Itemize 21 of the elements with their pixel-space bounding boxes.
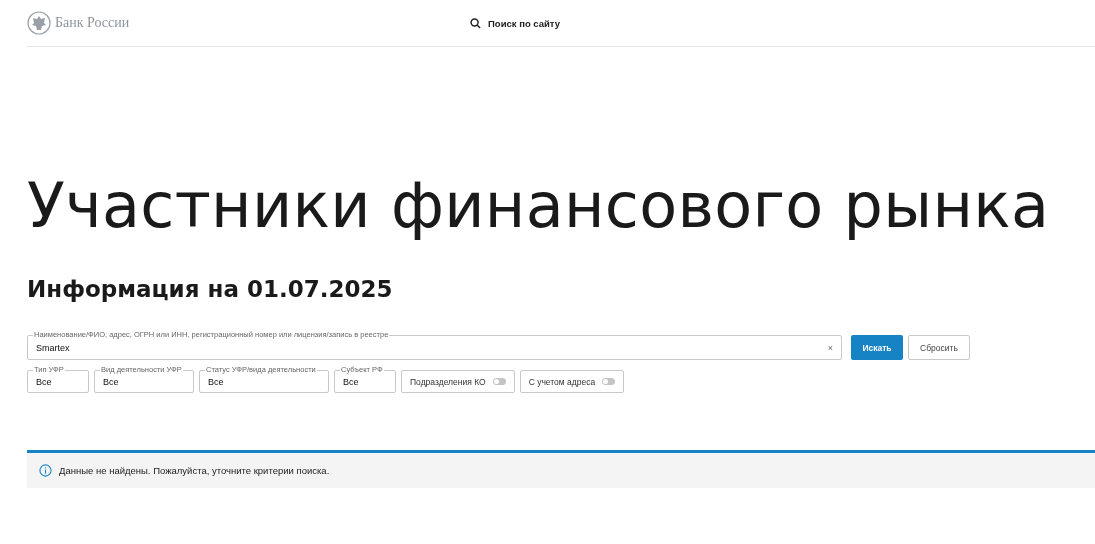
field-value: Smartex (36, 342, 70, 353)
toggle-control[interactable]: Подразделения КО (401, 370, 515, 393)
toggle-switch[interactable] (492, 378, 506, 385)
page-title: Участники финансового рынка (27, 171, 1051, 241)
field-value: Все (103, 376, 119, 387)
toggle-control[interactable]: С учетом адреса (519, 370, 625, 393)
site-search-link[interactable]: Поиск по сайту (470, 17, 561, 29)
notice-text: Данные не найдены. Пожалуйста, уточните критерии поиска. (59, 465, 330, 476)
search-icon (470, 17, 481, 29)
field-value: Все (208, 376, 224, 387)
info-date-heading: Информация на 01.07.2025 (27, 275, 394, 304)
emblem-icon (27, 11, 51, 35)
toggle-label: Подразделения КО (410, 376, 486, 387)
search-button[interactable]: Искать (851, 335, 903, 360)
field-value: Все (36, 376, 52, 387)
field-value: Все (343, 376, 359, 387)
clear-button[interactable]: × (827, 342, 833, 353)
toggle-label: С учетом адреса (528, 376, 596, 387)
info-icon (39, 464, 52, 477)
toggle-switch[interactable] (602, 378, 616, 385)
reset-button[interactable]: Сбросить (908, 335, 970, 360)
